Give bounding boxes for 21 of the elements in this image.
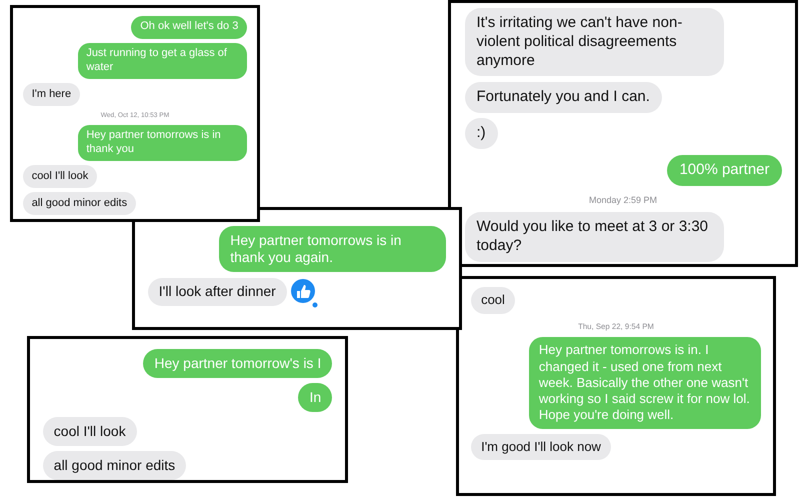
- received-message-bubble: cool I'll look: [42, 417, 137, 446]
- received-message-bubble: cool: [470, 287, 516, 314]
- timestamp: Monday 2:59 PM: [588, 194, 658, 205]
- received-message-bubble: all good minor edits: [42, 451, 186, 480]
- received-message-bubble: :): [464, 118, 498, 150]
- received-message-bubble: I'll look after dinner: [148, 278, 288, 306]
- sent-message-bubble: Hey partner tomorrows is in. I changed it - used one from next week. Basically the other one wasn't working so I said screw it for now lol. Hope you're doing well.: [528, 337, 762, 429]
- sent-message-bubble: Hey partner tomorrow's is I: [143, 349, 332, 378]
- sent-message-bubble: Just running to get a glass of water: [78, 42, 248, 79]
- sent-message-bubble: Hey partner tomorrows is in thank you again.: [219, 226, 446, 272]
- received-message-bubble: cool I'll look: [22, 165, 97, 188]
- received-message-bubble: It's irritating we can't have non-violent political disagreements anymore: [464, 8, 724, 76]
- received-message-bubble: Fortunately you and I can.: [464, 82, 662, 113]
- sent-message-bubble: 100% partner: [667, 154, 782, 186]
- sent-message-bubble: In: [298, 383, 332, 412]
- received-message-bubble: Would you like to meet at 3 or 3:30 today?: [464, 212, 724, 262]
- sent-message-bubble: Hey partner tomorrows is in thank you: [78, 124, 248, 162]
- received-message-bubble: I'm good I'll look now: [470, 434, 612, 460]
- received-message-bubble: all good minor edits: [22, 192, 136, 215]
- received-message-bubble: I'm here: [22, 83, 80, 106]
- sent-message-bubble: Oh ok well let's do 3: [131, 16, 248, 39]
